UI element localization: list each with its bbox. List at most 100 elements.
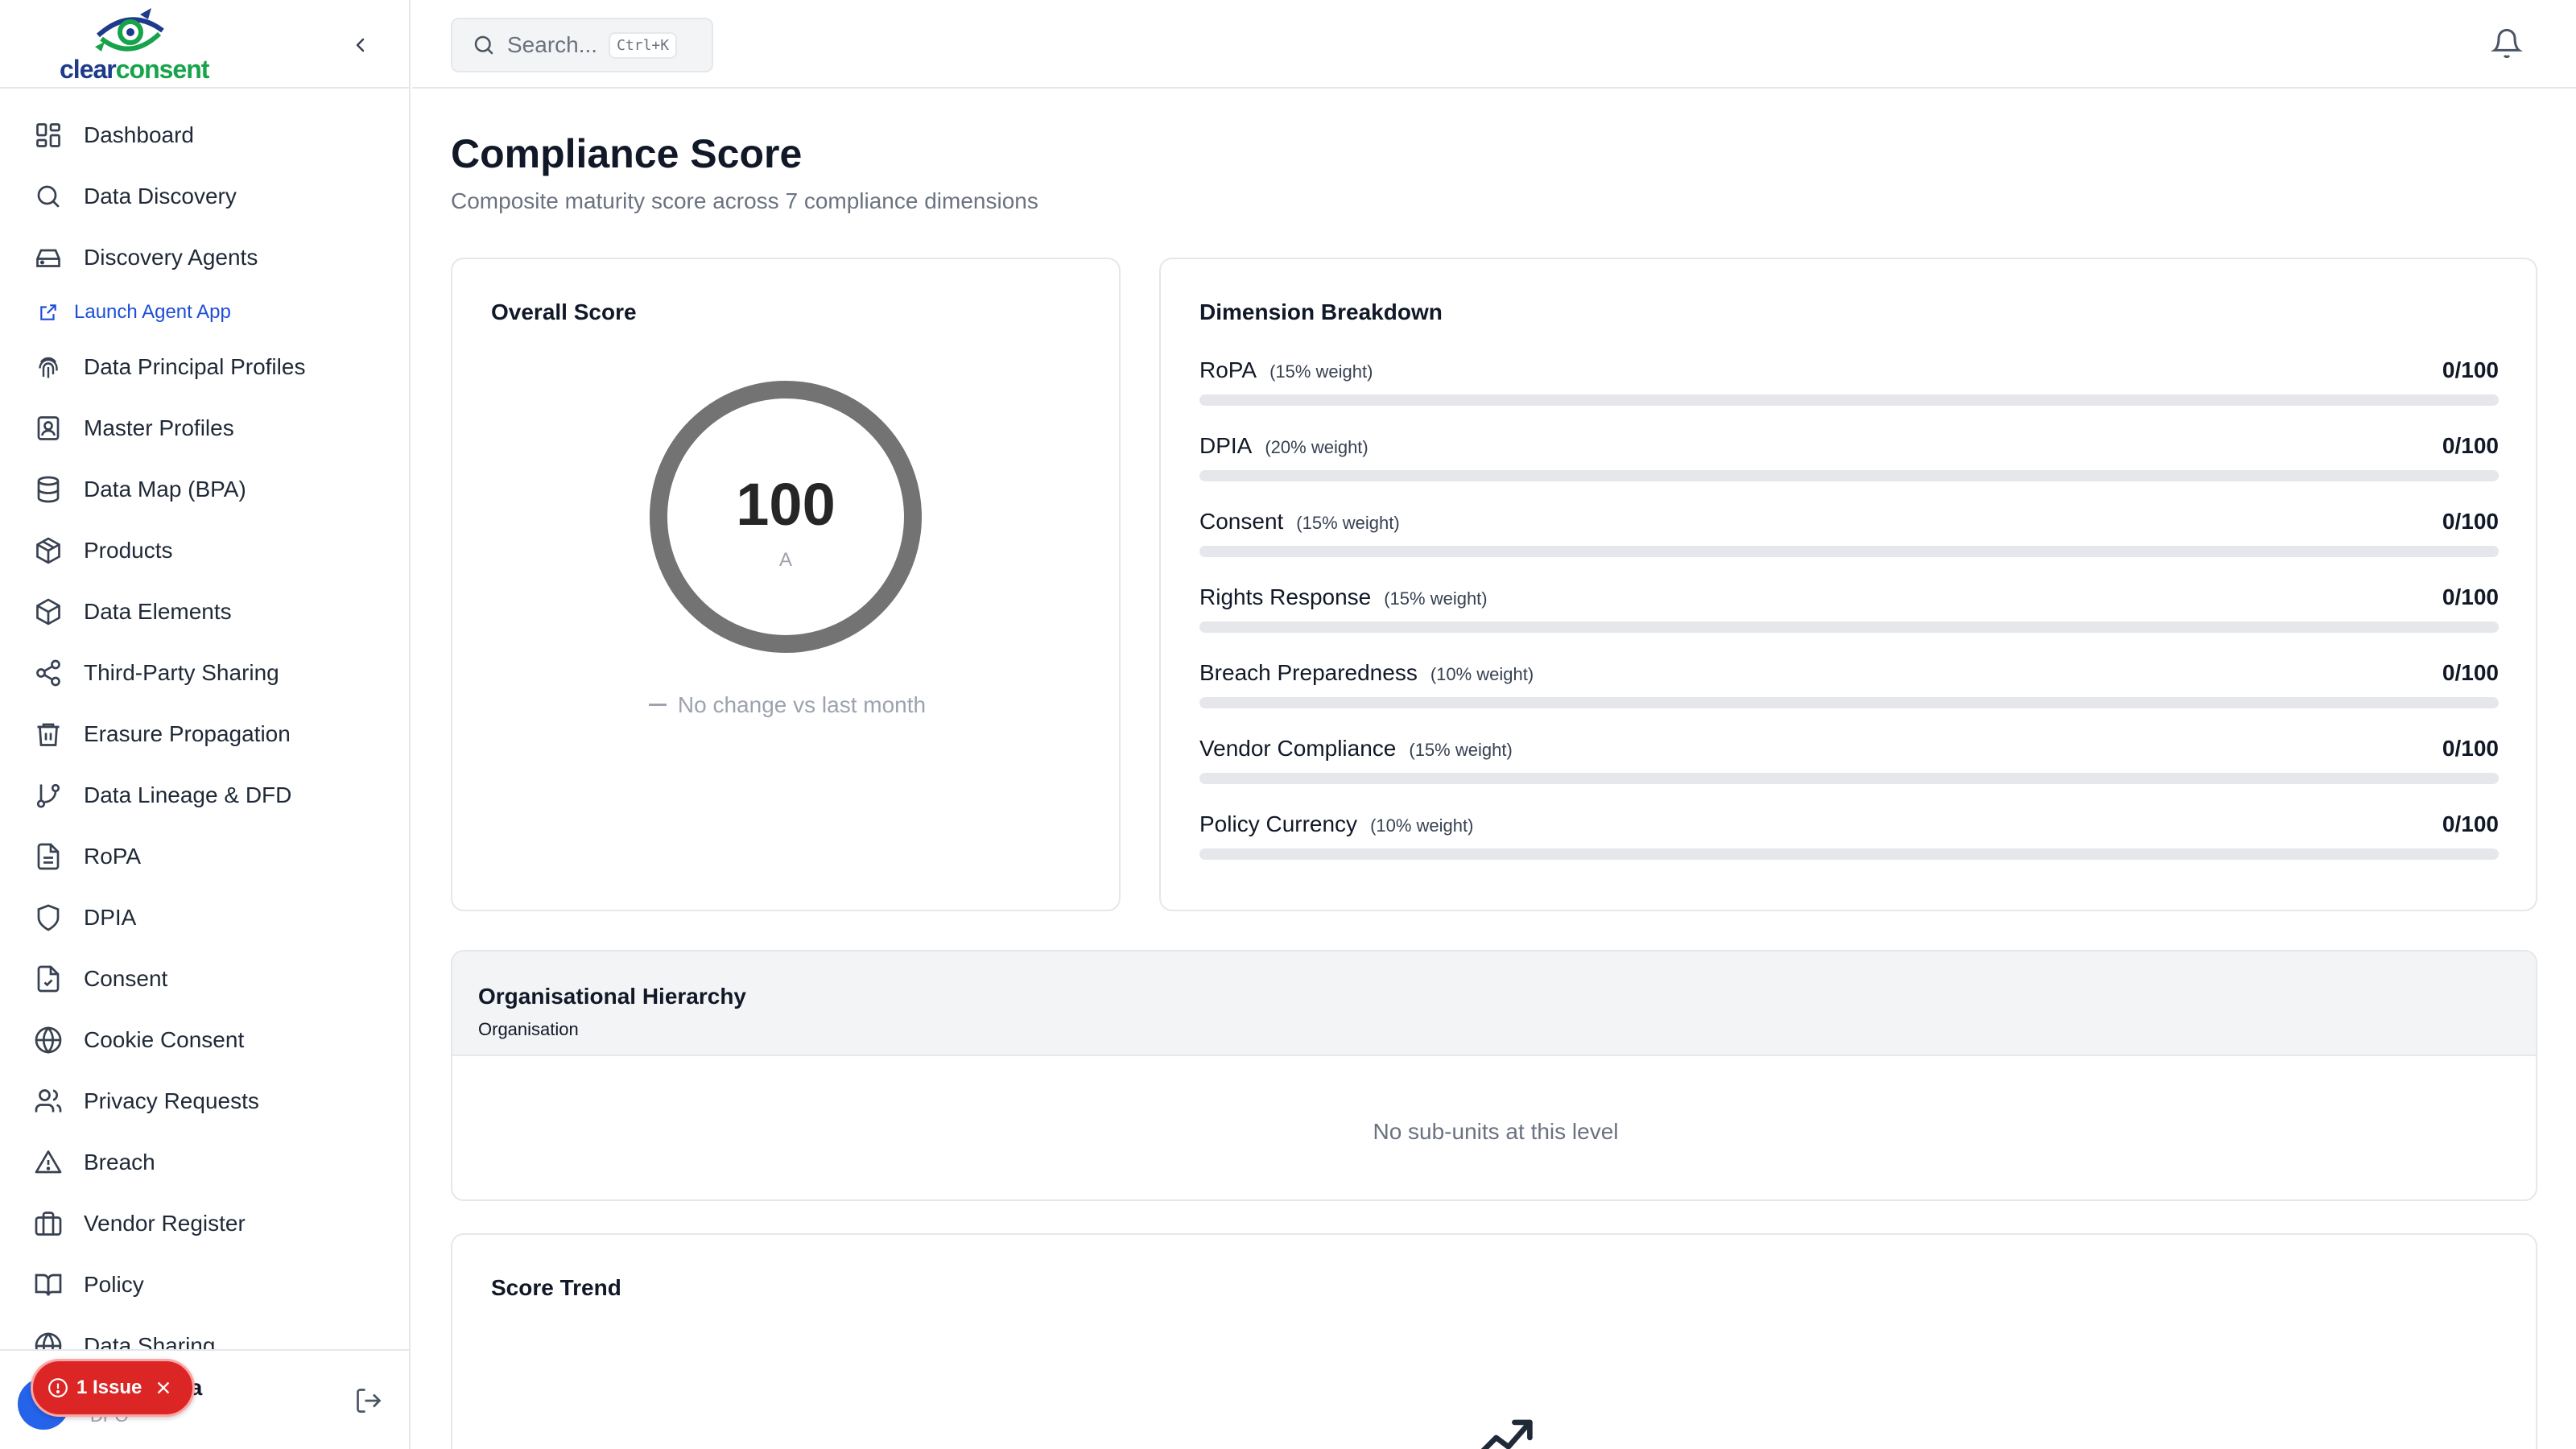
share-icon <box>32 657 64 689</box>
search-input[interactable]: Search... Ctrl+K <box>451 18 713 72</box>
file-text-icon <box>32 840 64 873</box>
dimension-name: Vendor Compliance (15% weight) <box>1199 736 1513 761</box>
sidebar-item-privacy-requests[interactable]: Privacy Requests <box>0 1071 409 1132</box>
globe-icon <box>32 1024 64 1056</box>
dimension-progress <box>1199 394 2499 406</box>
sidebar-item-label: Data Elements <box>84 599 232 624</box>
sidebar-item-label: Consent <box>84 966 168 991</box>
dimension-score: 0/100 <box>2442 509 2499 534</box>
sidebar-item-discovery-agents[interactable]: Discovery Agents <box>0 227 409 288</box>
database-icon <box>32 473 64 506</box>
dimension-weight: (15% weight) <box>1269 361 1373 382</box>
dimension-row: Breach Preparedness (10% weight) 0/100 <box>1199 660 2499 724</box>
score-change: No change vs last month <box>452 692 1122 718</box>
page-subtitle: Composite maturity score across 7 compli… <box>451 188 1038 213</box>
overall-score-grade: A <box>778 549 792 571</box>
notifications-button[interactable] <box>2491 27 2526 63</box>
users-icon <box>32 1085 64 1117</box>
box-icon <box>32 596 64 628</box>
sidebar-item-label: Privacy Requests <box>84 1088 259 1113</box>
main-content: Compliance Score Composite maturity scor… <box>412 90 2576 1449</box>
issue-badge[interactable]: 1 Issue <box>31 1359 195 1417</box>
sidebar-item-consent[interactable]: Consent <box>0 948 409 1009</box>
search-shortcut: Ctrl+K <box>609 31 678 59</box>
sidebar-item-label: Data Principal Profiles <box>84 354 306 379</box>
sidebar-item-data-principal-profiles[interactable]: Data Principal Profiles <box>0 336 409 398</box>
sidebar-item-erasure-propagation[interactable]: Erasure Propagation <box>0 704 409 765</box>
dimension-row: Consent (15% weight) 0/100 <box>1199 509 2499 573</box>
sidebar-item-policy[interactable]: Policy <box>0 1254 409 1315</box>
overall-score-value: 100 <box>736 471 836 538</box>
fingerprint-icon <box>32 351 64 383</box>
overall-score-card: Overall Score 100 A No change vs last mo… <box>451 258 1121 911</box>
overall-score-title: Overall Score <box>491 299 637 324</box>
dimension-name: Policy Currency (10% weight) <box>1199 811 1474 836</box>
dimension-row: Policy Currency (10% weight) 0/100 <box>1199 811 2499 876</box>
minus-icon <box>648 704 667 707</box>
sidebar-item-label: Data Lineage & DFD <box>84 782 292 807</box>
dimension-progress <box>1199 621 2499 633</box>
sidebar-item-products[interactable]: Products <box>0 520 409 581</box>
package-icon <box>32 535 64 567</box>
dimension-name: RoPA (15% weight) <box>1199 357 1373 382</box>
dimension-name: DPIA (20% weight) <box>1199 433 1368 458</box>
search-icon <box>474 35 493 55</box>
briefcase-icon <box>32 1208 64 1240</box>
dimension-score: 0/100 <box>2442 660 2499 685</box>
logo-eye-icon <box>95 8 164 52</box>
sidebar-item-label: DPIA <box>84 905 137 930</box>
sidebar-item-label: Data Map (BPA) <box>84 477 246 502</box>
hierarchy-breadcrumb[interactable]: Organisation <box>478 1019 579 1040</box>
score-change-label: No change vs last month <box>677 692 927 717</box>
sidebar-item-label: Data Discovery <box>84 184 237 208</box>
dimension-name: Rights Response (15% weight) <box>1199 584 1488 609</box>
brand-logo[interactable]: clearconsent <box>60 6 213 84</box>
collapse-sidebar-button[interactable] <box>348 32 374 58</box>
sidebar-item-label: Dashboard <box>84 122 194 147</box>
sidebar-item-data-discovery[interactable]: Data Discovery <box>0 166 409 227</box>
page-title: Compliance Score <box>451 131 803 176</box>
trending-up-icon <box>1480 1419 1533 1449</box>
hierarchy-title: Organisational Hierarchy <box>478 984 747 1009</box>
external-link-icon <box>37 301 60 324</box>
sidebar-item-label: Discovery Agents <box>84 245 258 270</box>
dimension-breakdown-card: Dimension Breakdown RoPA (15% weight) 0/1… <box>1159 258 2537 911</box>
sidebar-item-data-elements[interactable]: Data Elements <box>0 581 409 642</box>
dimension-progress <box>1199 773 2499 784</box>
alert-circle-icon <box>48 1378 68 1397</box>
dimension-progress <box>1199 546 2499 557</box>
sidebar-item-label: Third-Party Sharing <box>84 660 279 685</box>
dimension-weight: (15% weight) <box>1384 588 1488 609</box>
organisational-hierarchy-card: Organisational Hierarchy Organisation No… <box>451 950 2537 1201</box>
sidebar-item-master-profiles[interactable]: Master Profiles <box>0 398 409 459</box>
logout-button[interactable] <box>354 1386 383 1415</box>
dimension-weight: (10% weight) <box>1430 664 1534 684</box>
bell-icon <box>2491 28 2523 59</box>
sidebar-item-label: RoPA <box>84 844 142 869</box>
sidebar-item-data-map[interactable]: Data Map (BPA) <box>0 459 409 520</box>
sidebar: clearconsent Dashboard Data Discovery Di… <box>0 0 411 1449</box>
score-trend-card: Score Trend <box>451 1233 2537 1449</box>
chevron-left-icon <box>356 38 365 52</box>
sidebar-item-third-party-sharing[interactable]: Third-Party Sharing <box>0 642 409 704</box>
sidebar-item-dashboard[interactable]: Dashboard <box>0 105 409 166</box>
sidebar-item-breach[interactable]: Breach <box>0 1132 409 1193</box>
sidebar-item-launch-agent-app[interactable]: Launch Agent App <box>0 288 409 336</box>
hard-drive-icon <box>32 242 64 274</box>
close-icon[interactable] <box>155 1379 172 1397</box>
dimension-row: Vendor Compliance (15% weight) 0/100 <box>1199 736 2499 800</box>
search-placeholder: Search... <box>507 32 598 57</box>
sidebar-item-label: Breach <box>84 1150 155 1174</box>
dimension-weight: (10% weight) <box>1370 815 1474 836</box>
sidebar-item-ropa[interactable]: RoPA <box>0 826 409 887</box>
sidebar-item-cookie-consent[interactable]: Cookie Consent <box>0 1009 409 1071</box>
sidebar-item-data-lineage[interactable]: Data Lineage & DFD <box>0 765 409 826</box>
dimension-progress <box>1199 470 2499 481</box>
sidebar-item-label: Policy <box>84 1272 144 1297</box>
dimension-score: 0/100 <box>2442 433 2499 458</box>
sidebar-item-vendor-register[interactable]: Vendor Register <box>0 1193 409 1254</box>
top-bar: Search... Ctrl+K <box>412 0 2576 89</box>
sidebar-item-dpia[interactable]: DPIA <box>0 887 409 948</box>
sidebar-item-label: Launch Agent App <box>74 301 231 323</box>
search-icon <box>32 180 64 213</box>
